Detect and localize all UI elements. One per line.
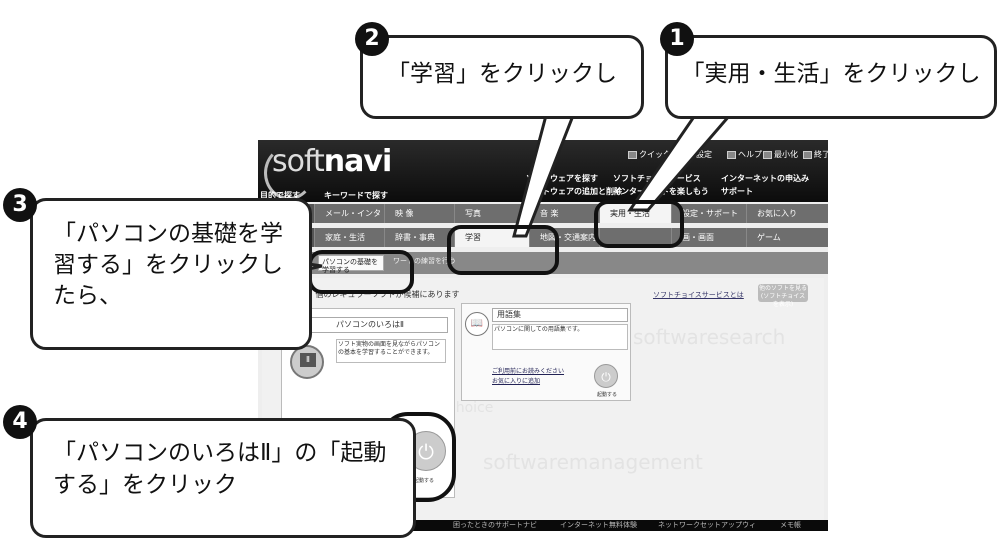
tab-settings-support[interactable]: 設定・サポート bbox=[671, 204, 746, 223]
candidate-count-text: ▶ 現在 2 個のレギュラーソフトが候補にあります bbox=[278, 287, 460, 300]
tab-practical-life[interactable]: 実用・生活 bbox=[599, 204, 671, 223]
recent-internet-trial[interactable]: インターネット無料体験 bbox=[560, 520, 637, 531]
recent-support-navi[interactable]: 困ったときのサポートナビ bbox=[453, 520, 537, 531]
step2-label: step 2 bbox=[258, 228, 314, 247]
step3-subtab-bar: パソコンの基礎を学習する ワードの練習を行う bbox=[258, 252, 828, 274]
card-link[interactable]: ない bbox=[348, 439, 360, 448]
tab-hidden[interactable] bbox=[599, 228, 671, 247]
tab-image-screen[interactable]: 画・画面 bbox=[671, 228, 746, 247]
tab-home-life[interactable]: 家庭・生活 bbox=[314, 228, 384, 247]
add-favorite-link[interactable]: お気に入りに追加 bbox=[492, 376, 540, 385]
launch-button[interactable]: ⏻ bbox=[594, 364, 618, 388]
step1-label: step 1 bbox=[258, 204, 314, 223]
step-number-3: 3 bbox=[3, 188, 37, 222]
tab-learning[interactable]: 学習 bbox=[454, 228, 529, 247]
book-icon: 📖 bbox=[465, 312, 489, 336]
card-title: 用語集 bbox=[492, 308, 628, 322]
pc-iroha-icon: Ⅱ bbox=[290, 345, 324, 379]
subtab-word-practice[interactable]: ワードの練習を行う bbox=[390, 255, 470, 271]
quick-menu-button[interactable]: クイックメニ bbox=[628, 149, 687, 160]
card-description: ソフト実物の画面を見ながらパソコンの基本を学習することができます。 bbox=[336, 339, 446, 363]
nav-support[interactable]: サポート bbox=[721, 186, 753, 197]
power-icon: ⏻ bbox=[601, 370, 611, 384]
step2-category-bar: step 2 家庭・生活 辞書・事典 学習 地図・交通案内 画・画面 ゲーム bbox=[258, 228, 828, 247]
launch-label: 起動する bbox=[597, 392, 618, 398]
other-software-button[interactable]: 他のソフトを見る (ソフトチョイスを表示) bbox=[758, 284, 808, 308]
watermark: softwaremanagement bbox=[483, 450, 703, 474]
minimize-button[interactable]: 最小化 bbox=[763, 149, 798, 160]
tab-map-transit[interactable]: 地図・交通案内 bbox=[529, 228, 599, 247]
settings-icon bbox=[685, 150, 694, 159]
header-bar: softnavi クイックメニ 設定 ヘルプ 最小化 終了 ソフトウェアを探す … bbox=[258, 140, 828, 202]
subtab-pc-basics[interactable]: パソコンの基礎を学習する bbox=[318, 255, 384, 274]
card-description: パソコンに関しての用語集です。 bbox=[492, 324, 628, 350]
tab-dictionary[interactable]: 辞書・事典 bbox=[384, 228, 454, 247]
nav-add-remove[interactable]: ソフトウェアの追加と削除 bbox=[526, 186, 622, 197]
tab-music[interactable]: 音 楽 bbox=[529, 204, 599, 223]
tab-favorites[interactable]: お気に入り bbox=[746, 204, 828, 223]
nav-enjoy-internet[interactable]: インターネットを楽しもう bbox=[613, 186, 709, 197]
nav-softchoice[interactable]: ソフトチョイスサービス bbox=[613, 173, 701, 184]
card-title: パソコンのいろはⅡ bbox=[288, 317, 448, 333]
step1-category-bar: step 1 メール・インターネット 映 像 写真 音 楽 実用・生活 設定・サ… bbox=[258, 204, 828, 237]
tab-games[interactable]: ゲーム bbox=[746, 228, 828, 247]
softnavi-window: softnavi クイックメニ 設定 ヘルプ 最小化 終了 ソフトウェアを探す … bbox=[258, 140, 828, 531]
launch-button[interactable]: ⏻ bbox=[406, 431, 446, 471]
recent-paint[interactable]: ペイント bbox=[350, 520, 378, 531]
app-logo: softnavi bbox=[272, 144, 392, 179]
step-number-1: 1 bbox=[660, 22, 694, 56]
recent-notepad[interactable]: メモ帳 bbox=[780, 520, 801, 531]
callout-1: 「実用・生活」をクリックし bbox=[665, 35, 997, 119]
power-icon: ⏻ bbox=[418, 440, 434, 464]
read-first-link[interactable]: ご利用前にお読みください bbox=[492, 366, 564, 375]
step-number-2: 2 bbox=[355, 22, 389, 56]
exit-button[interactable]: 終了 bbox=[803, 149, 828, 160]
tab-search-by-keyword[interactable]: キーワードで探す bbox=[324, 190, 388, 202]
callout-2: 「学習」をクリックし bbox=[360, 35, 644, 119]
quick-menu-icon bbox=[628, 150, 637, 159]
help-button[interactable]: ヘルプ bbox=[727, 149, 762, 160]
recent-network-setup[interactable]: ネットワークセットアップウィ bbox=[658, 520, 756, 531]
search-mode-tabs: 目的で探す キーワードで探す bbox=[258, 190, 388, 202]
software-card-pc-iroha: パソコンのいろはⅡ Ⅱ ソフト実物の画面を見ながらパソコンの基本を学習することが… bbox=[281, 308, 455, 498]
tab-photo[interactable]: 写真 bbox=[454, 204, 529, 223]
step-number-4: 4 bbox=[3, 405, 37, 439]
launch-label: 起動する bbox=[414, 478, 435, 484]
settings-button[interactable]: 設定 bbox=[685, 149, 712, 160]
tab-search-by-purpose[interactable]: 目的で探す bbox=[260, 190, 300, 202]
nav-find-software[interactable]: ソフトウェアを探す bbox=[526, 173, 598, 184]
recent-software-bar: ▸ 最近使ったソフト ペイント 困ったときのサポートナビ インターネット無料体験… bbox=[258, 520, 828, 531]
softchoice-link[interactable]: ソフトチョイスサービスとは bbox=[653, 290, 744, 300]
watermark: softwaresearch bbox=[633, 325, 786, 349]
nav-internet-signup[interactable]: インターネットの申込み bbox=[721, 173, 809, 184]
tab-video[interactable]: 映 像 bbox=[384, 204, 454, 223]
close-icon bbox=[803, 150, 812, 159]
tab-mail-internet[interactable]: メール・インターネット bbox=[314, 204, 384, 237]
help-icon bbox=[727, 150, 736, 159]
minimize-icon bbox=[763, 150, 772, 159]
recent-label: ▸ 最近使ったソフト bbox=[262, 521, 322, 529]
